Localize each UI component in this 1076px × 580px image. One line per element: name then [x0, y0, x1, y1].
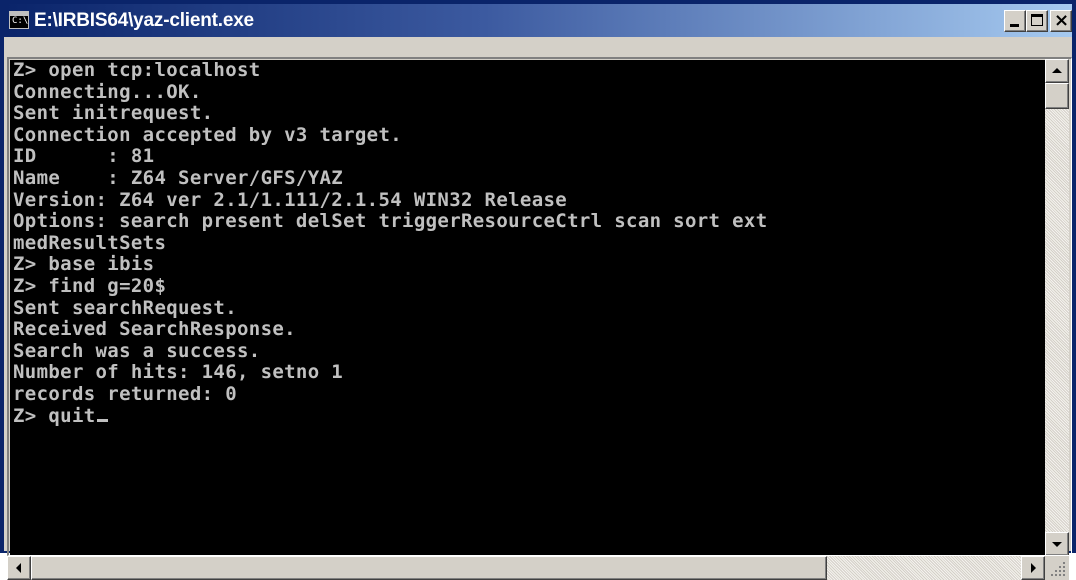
console-output[interactable]: Z> open tcp:localhost Connecting...OK. S… — [10, 60, 1045, 556]
arrow-left-icon — [16, 563, 21, 573]
console-line: ID : 81 — [13, 145, 155, 168]
console-line: Search was a success. — [13, 339, 261, 362]
scroll-up-button[interactable] — [1045, 59, 1069, 83]
maximize-icon — [1031, 14, 1043, 26]
vertical-scrollbar[interactable] — [1045, 59, 1069, 556]
horizontal-scrollbar[interactable] — [7, 556, 1045, 580]
console-window: C:\ E:\IRBIS64\yaz-client.exe × Z> open … — [0, 0, 1076, 580]
vertical-scroll-thumb[interactable] — [1045, 83, 1069, 109]
console-line: Connection accepted by v3 target. — [13, 123, 403, 146]
title-bar[interactable]: C:\ E:\IRBIS64\yaz-client.exe × — [4, 4, 1072, 37]
console-prompt-line[interactable]: Z> quit — [10, 404, 1045, 428]
scroll-right-button[interactable] — [1021, 556, 1045, 580]
console-line: Sent initrequest. — [13, 102, 214, 125]
console-line: Options: search present delSet triggerRe… — [13, 210, 768, 233]
console-line: Name : Z64 Server/GFS/YAZ — [13, 166, 344, 189]
console-line: Received SearchResponse. — [13, 318, 296, 341]
console-line: medResultSets — [13, 231, 167, 254]
console-line: Z> base ibis — [13, 253, 155, 276]
maximize-button[interactable] — [1026, 10, 1048, 32]
resize-grip-icon[interactable] — [1045, 556, 1069, 580]
minimize-icon — [1010, 24, 1019, 27]
scroll-left-button[interactable] — [7, 556, 31, 580]
arrow-down-icon — [1052, 542, 1062, 547]
horizontal-scroll-thumb[interactable] — [31, 556, 827, 580]
console-line: Z> open tcp:localhost — [13, 60, 261, 81]
console-line: Z> find g=20$ — [13, 274, 167, 297]
console-app-icon[interactable]: C:\ — [9, 11, 29, 29]
minimize-button[interactable] — [1004, 10, 1026, 32]
console-line: Number of hits: 146, setno 1 — [13, 361, 344, 384]
window-title: E:\IRBIS64\yaz-client.exe — [34, 10, 254, 31]
scroll-down-button[interactable] — [1045, 532, 1069, 556]
close-button[interactable]: × — [1050, 10, 1072, 32]
client-area: Z> open tcp:localhost Connecting...OK. S… — [4, 37, 1072, 580]
console-line: records returned: 0 — [13, 382, 237, 405]
console-line: Connecting...OK. — [13, 80, 202, 103]
text-cursor — [96, 418, 108, 422]
close-icon: × — [1054, 10, 1070, 31]
console-line: Version: Z64 ver 2.1/1.111/2.1.54 WIN32 … — [13, 188, 568, 211]
console-line-text: Z> quit — [13, 404, 96, 427]
arrow-up-icon — [1052, 68, 1062, 73]
console-line: Sent searchRequest. — [13, 296, 237, 319]
arrow-right-icon — [1031, 563, 1036, 573]
